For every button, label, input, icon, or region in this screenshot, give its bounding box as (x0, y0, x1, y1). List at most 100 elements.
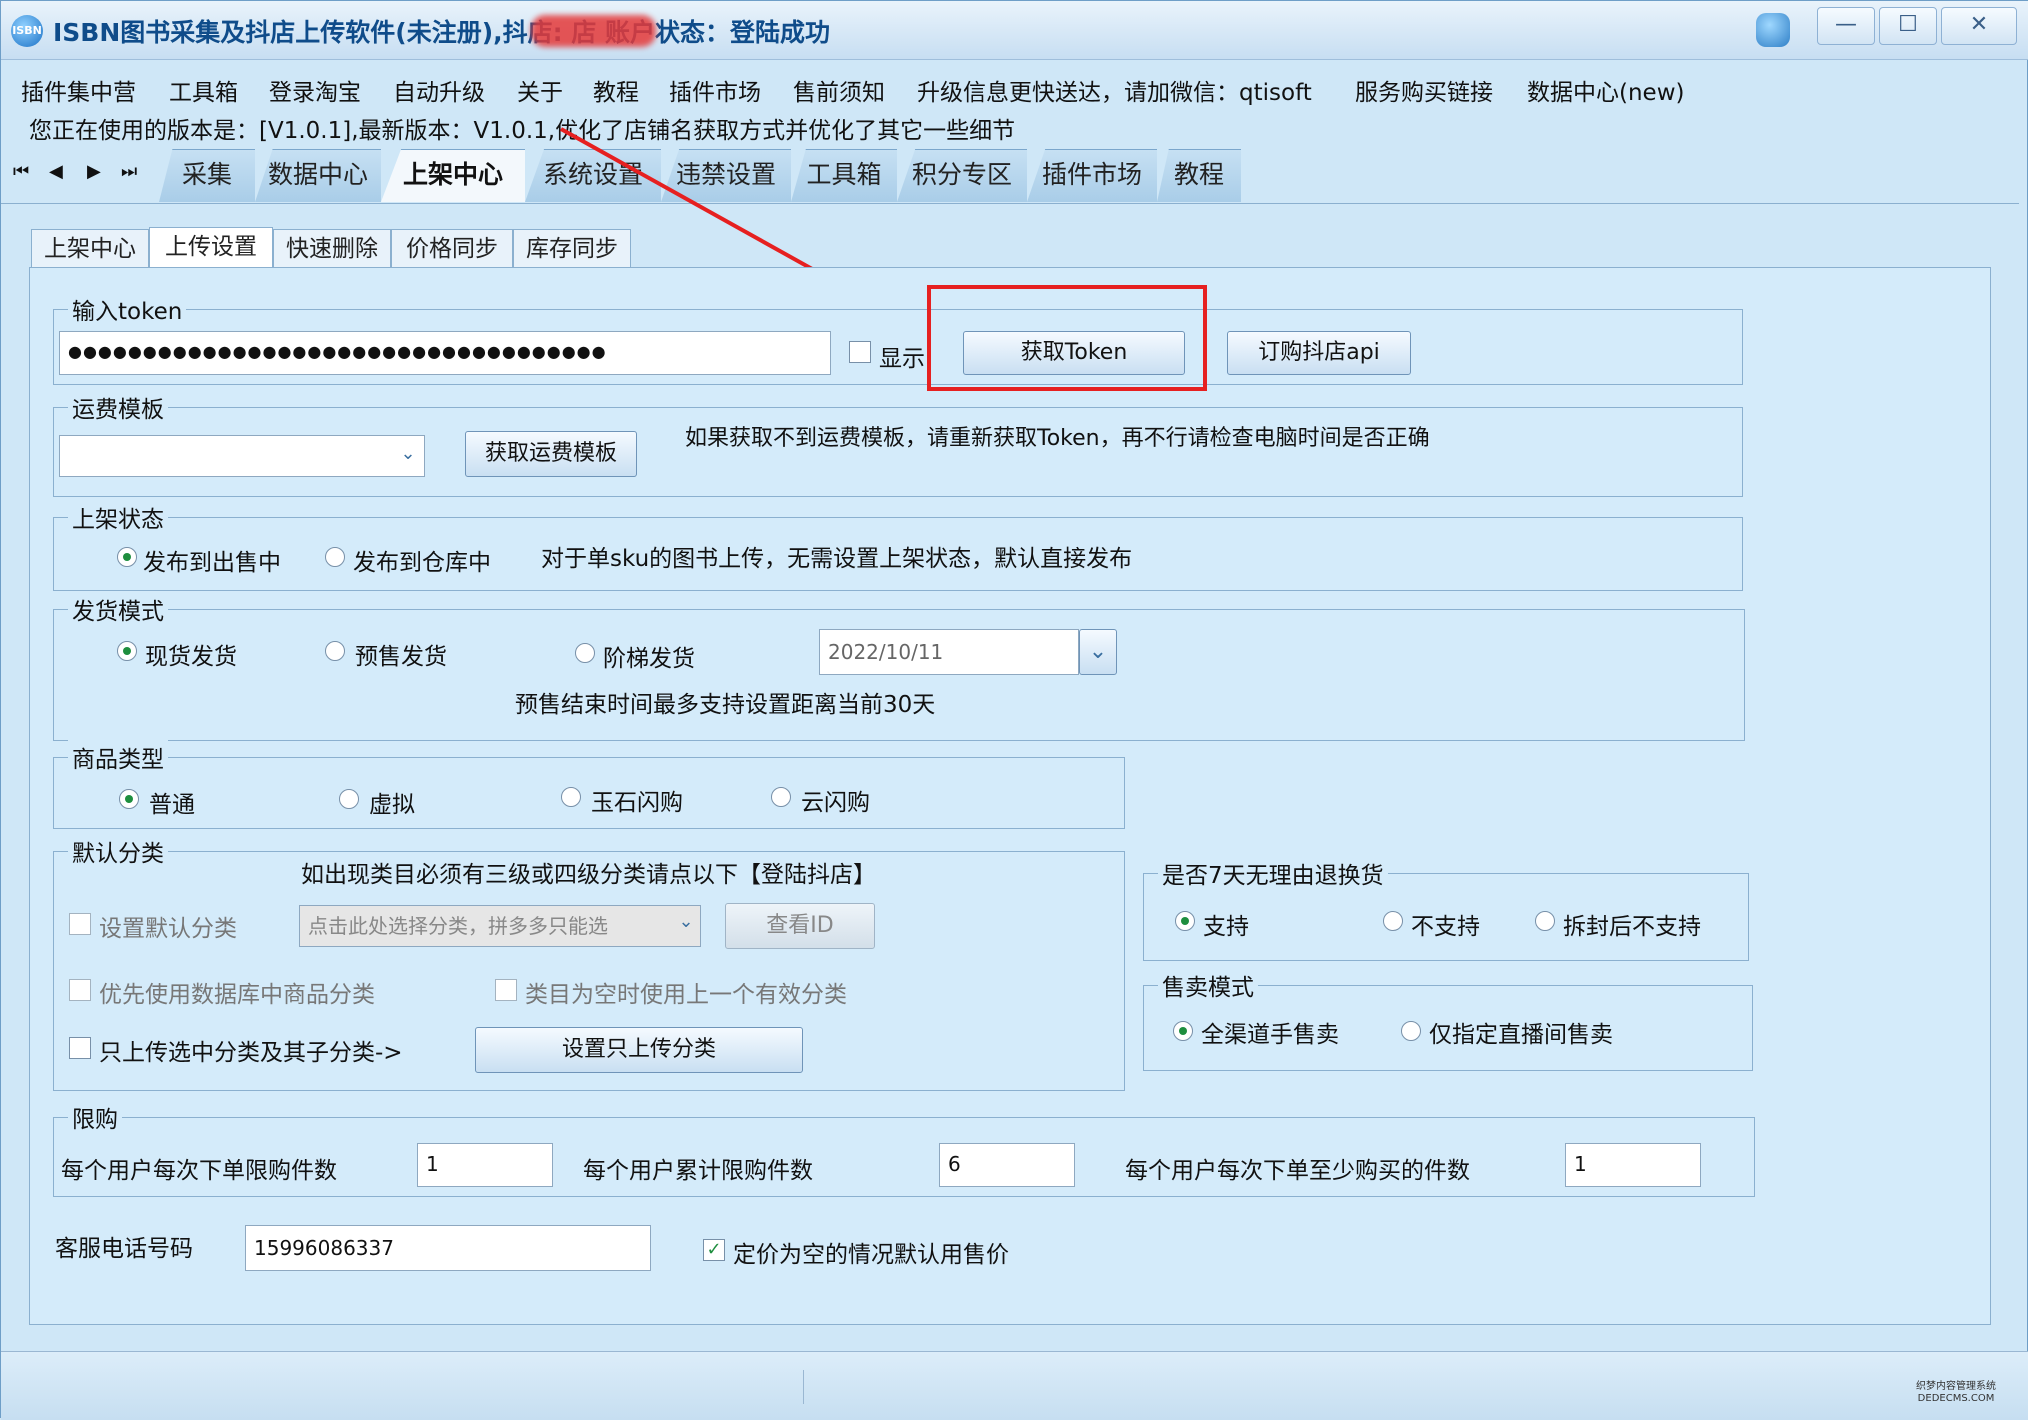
skin-icon[interactable] (1756, 13, 1790, 47)
default-price-checkbox[interactable]: ✓ (703, 1239, 725, 1261)
radio-publish-on-sale[interactable] (117, 547, 137, 567)
close-button[interactable]: ✕ (1941, 7, 2017, 45)
all-channel-label: 全渠道手售卖 (1201, 1022, 1339, 1048)
listing-note: 对于单sku的图书上传，无需设置上架状态，默认直接发布 (541, 546, 1133, 572)
status-bar (1, 1351, 2028, 1420)
only-upload-selected-label: 只上传选中分类及其子分类-> (99, 1040, 403, 1066)
subtab-upload-settings[interactable]: 上传设置 (149, 227, 273, 269)
only-upload-selected-checkbox[interactable] (69, 1037, 91, 1059)
menu-tutorial[interactable]: 教程 (593, 73, 639, 107)
menu-toolbox[interactable]: 工具箱 (169, 73, 238, 107)
set-upload-category-button[interactable]: 设置只上传分类 (475, 1027, 803, 1073)
min-purchase-label: 每个用户每次下单至少购买的件数 (1125, 1158, 1470, 1184)
redaction-mark (531, 15, 656, 47)
radio-return-unsealed-no[interactable] (1535, 911, 1555, 931)
tab-collect[interactable]: 采集 (159, 149, 255, 202)
watermark-line1: 织梦内容管理系统 (1916, 1381, 1996, 1392)
freight-template-select[interactable] (59, 435, 425, 477)
tab-data-center[interactable]: 数据中心 (255, 149, 381, 202)
minimize-button[interactable]: — (1817, 7, 1875, 45)
radio-step-delivery[interactable] (575, 643, 595, 663)
nav-next-icon[interactable]: ▶ (87, 161, 101, 182)
presale-note: 预售结束时间最多支持设置距离当前30天 (515, 692, 936, 718)
type-normal-label: 普通 (149, 792, 195, 818)
radio-return-support[interactable] (1175, 911, 1195, 931)
radio-publish-warehouse[interactable] (325, 547, 345, 567)
tab-listing-center[interactable]: 上架中心 (381, 149, 525, 202)
subtab-stock-sync[interactable]: 库存同步 (513, 229, 631, 267)
nav-last-icon[interactable]: ⏭ (121, 161, 137, 182)
menu-auto-upgrade[interactable]: 自动升级 (393, 73, 485, 107)
chevron-down-icon[interactable]: ⌄ (395, 443, 421, 464)
presale-date-input[interactable]: 2022/10/11 (819, 629, 1079, 675)
radio-return-no-support[interactable] (1383, 911, 1403, 931)
freight-hint: 如果获取不到运费模板，请重新获取Token，再不行请检查电脑时间是否正确 (685, 426, 1430, 451)
default-price-label: 定价为空的情况默认用售价 (733, 1242, 1009, 1268)
maximize-button[interactable]: ☐ (1879, 7, 1937, 45)
menu-wechat-upgrade[interactable]: 升级信息更快送达，请加微信：qtisoft (917, 73, 1312, 107)
total-limit-input[interactable]: 6 (939, 1143, 1075, 1187)
subtab-listing-center[interactable]: 上架中心 (31, 229, 149, 267)
type-virtual-label: 虚拟 (369, 792, 415, 818)
set-default-category-checkbox[interactable] (69, 913, 91, 935)
view-id-button[interactable]: 查看ID (725, 903, 875, 949)
return-policy-label: 是否7天无理由退换货 (1158, 856, 1388, 890)
show-token-checkbox[interactable] (849, 341, 871, 363)
order-api-button[interactable]: 订购抖店api (1227, 331, 1411, 375)
menu-login-taobao[interactable]: 登录淘宝 (269, 73, 361, 107)
menu-plugin-market[interactable]: 插件市场 (669, 73, 761, 107)
category-hint: 如出现类目必须有三级或四级分类请点以下【登陆抖店】 (301, 862, 876, 888)
token-group-label: 输入token (68, 292, 187, 326)
radio-presale-delivery[interactable] (325, 641, 345, 661)
menu-about[interactable]: 关于 (517, 73, 563, 107)
sale-mode-label: 售卖模式 (1158, 968, 1258, 1002)
nav-prev-icon[interactable]: ◀ (49, 161, 63, 182)
radio-all-channel[interactable] (1173, 1021, 1193, 1041)
return-no-support-label: 不支持 (1411, 914, 1480, 940)
radio-live-room-only[interactable] (1401, 1021, 1421, 1041)
delivery-mode-label: 发货模式 (68, 592, 168, 626)
set-default-category-label: 设置默认分类 (99, 916, 237, 942)
calendar-dropdown-icon[interactable]: ⌄ (1079, 629, 1117, 675)
menu-plugin-camp[interactable]: 插件集中营 (21, 73, 136, 107)
tab-plugin-market[interactable]: 插件市场 (1027, 149, 1157, 202)
highlight-box (927, 285, 1207, 391)
subtab-price-sync[interactable]: 价格同步 (391, 229, 513, 267)
total-limit-label: 每个用户累计限购件数 (583, 1158, 813, 1184)
tab-points-zone[interactable]: 积分专区 (897, 149, 1027, 202)
window-title: ISBN图书采集及抖店上传软件(未注册),抖店: 店 账户状态：登陆成功 (53, 18, 831, 47)
radio-type-normal[interactable] (119, 789, 139, 809)
menu-data-center-new[interactable]: 数据中心(new) (1527, 73, 1685, 107)
tab-tutorial[interactable]: 教程 (1157, 149, 1241, 202)
use-prev-category-checkbox[interactable] (495, 979, 517, 1001)
menu-bar: 插件集中营 工具箱 登录淘宝 自动升级 关于 教程 插件市场 售前须知 升级信息… (1, 67, 2028, 107)
nav-first-icon[interactable]: ⏮ (13, 161, 29, 182)
tab-banned-settings[interactable]: 违禁设置 (661, 149, 791, 202)
per-order-limit-input[interactable]: 1 (417, 1143, 553, 1187)
menu-purchase-link[interactable]: 服务购买链接 (1355, 73, 1493, 107)
publish-warehouse-label: 发布到仓库中 (353, 550, 491, 576)
radio-type-virtual[interactable] (339, 789, 359, 809)
subtab-quick-delete[interactable]: 快速删除 (273, 229, 391, 267)
tab-system-settings[interactable]: 系统设置 (525, 149, 661, 202)
token-input[interactable]: ●●●●●●●●●●●●●●●●●●●●●●●●●●●●●●●●●●●● (59, 331, 831, 375)
tab-toolbox[interactable]: 工具箱 (791, 149, 897, 202)
get-freight-button[interactable]: 获取运费模板 (465, 431, 637, 477)
radio-type-cloud-flash[interactable] (771, 787, 791, 807)
watermark-line2: DEDECMS.COM (1917, 1393, 1995, 1404)
type-cloud-flash-label: 云闪购 (801, 790, 870, 816)
default-category-label: 默认分类 (68, 834, 168, 868)
app-logo-icon: ISBN (11, 15, 43, 47)
category-select[interactable]: 点击此处选择分类，拼多多只能选 (299, 905, 701, 947)
app-window: ISBN ISBN图书采集及抖店上传软件(未注册),抖店: 店 账户状态：登陆成… (0, 0, 2028, 1420)
radio-spot-delivery[interactable] (117, 641, 137, 661)
service-phone-input[interactable]: 15996086337 (245, 1225, 651, 1271)
prefer-db-category-label: 优先使用数据库中商品分类 (99, 982, 375, 1008)
return-unsealed-no-label: 拆封后不支持 (1563, 914, 1701, 940)
min-purchase-input[interactable]: 1 (1565, 1143, 1701, 1187)
radio-type-jade-flash[interactable] (561, 787, 581, 807)
menu-presale-notes[interactable]: 售前须知 (793, 73, 885, 107)
freight-group-label: 运费模板 (68, 390, 168, 424)
category-chevron-down-icon[interactable]: ⌄ (673, 911, 699, 932)
prefer-db-category-checkbox[interactable] (69, 979, 91, 1001)
